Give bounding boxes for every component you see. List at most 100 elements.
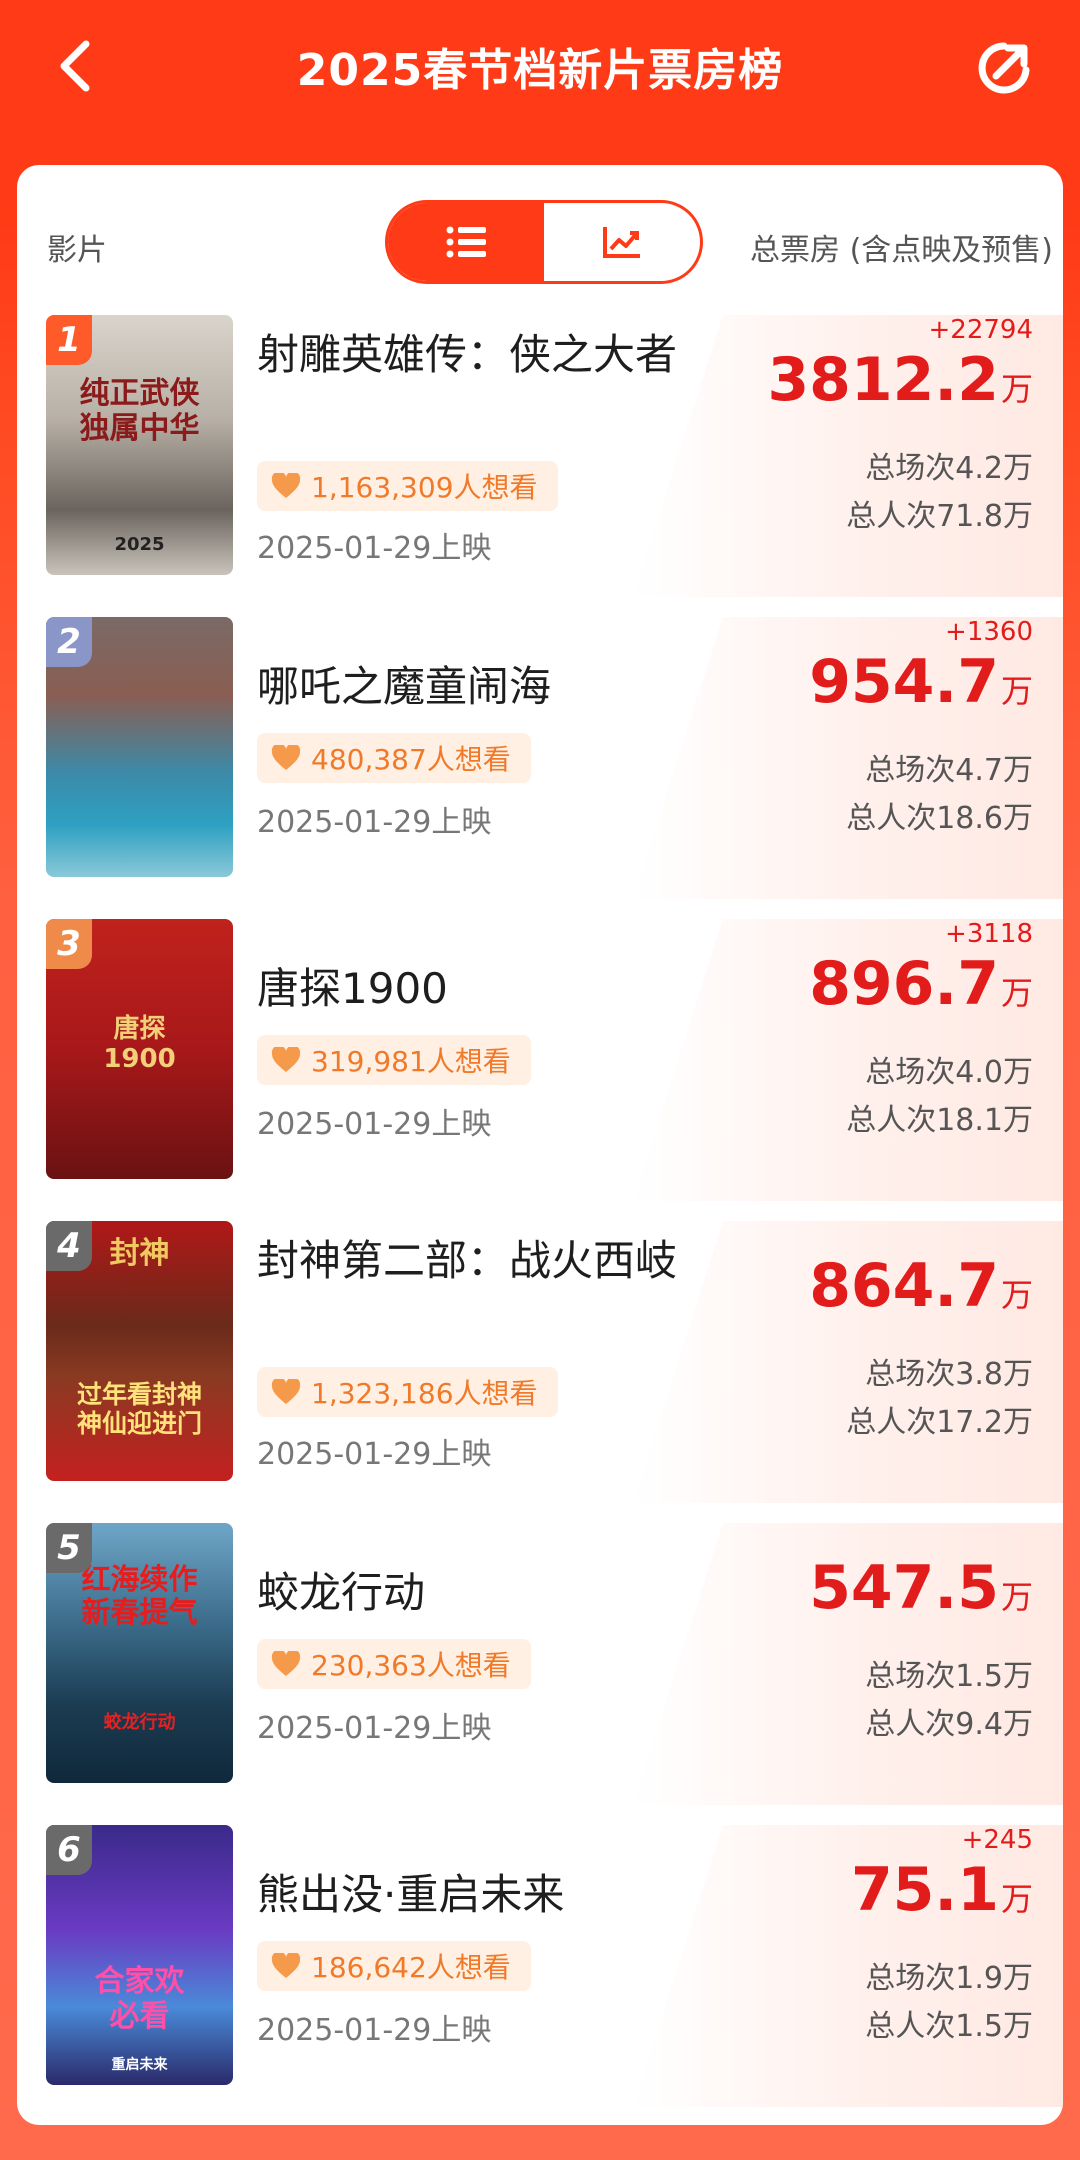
total-sessions: 总场次4.0万 — [865, 1055, 1033, 1090]
heart-icon — [271, 473, 301, 498]
gross-value: 864.7 — [809, 1251, 999, 1321]
total-admissions: 总人次1.5万 — [865, 2009, 1033, 2044]
total-sessions: 总场次1.5万 — [865, 1659, 1033, 1694]
movie-title: 熊出没·重启未来 — [257, 1870, 565, 1919]
page-title: 2025春节档新片票房榜 — [296, 45, 784, 96]
rank-badge: 2 — [46, 617, 92, 667]
total-sessions: 总场次1.9万 — [865, 1961, 1033, 1996]
column-film-label: 影片 — [47, 233, 107, 268]
gross-delta: +22794 — [928, 315, 1034, 345]
rank-badge: 5 — [46, 1523, 92, 1573]
total-sessions: 总场次4.7万 — [865, 753, 1033, 788]
gross-unit: 万 — [1000, 1578, 1033, 1616]
heart-icon — [271, 1953, 301, 1978]
want-count: 480,387人想看 — [311, 743, 511, 776]
release-date: 2025-01-29上映 — [257, 1107, 492, 1142]
movie-row[interactable]: 红海续作 新春提气 蛟龙行动 5 蛟龙行动 230,363人想看 2025-01… — [17, 1523, 1063, 1825]
gross-unit: 万 — [1000, 370, 1033, 408]
movie-row[interactable]: 2025 2 哪吒之魔童闹海 480,387人想看 2025-01-29上映 +… — [17, 617, 1063, 919]
movie-poster[interactable]: 合家欢 必看 重启未来 6 — [46, 1825, 233, 2085]
table-header: 影片 总票房 (含点映及预售) — [17, 165, 1063, 285]
gross-unit: 万 — [1000, 1880, 1033, 1918]
release-date: 2025-01-29上映 — [257, 2013, 492, 2048]
total-admissions: 总人次18.6万 — [846, 801, 1033, 836]
movie-title: 唐探1900 — [257, 964, 448, 1013]
chart-view-toggle[interactable] — [544, 203, 700, 281]
total-sessions: 总场次3.8万 — [865, 1357, 1033, 1392]
view-toggle — [385, 200, 703, 284]
movie-row[interactable]: 合家欢 必看 重启未来 6 熊出没·重启未来 186,642人想看 2025-0… — [17, 1825, 1063, 2125]
movie-title: 蛟龙行动 — [257, 1568, 426, 1617]
release-date: 2025-01-29上映 — [257, 531, 492, 566]
rank-badge: 3 — [46, 919, 92, 969]
column-box-office-label: 总票房 (含点映及预售) — [750, 233, 1053, 268]
movie-row[interactable]: 纯正武侠 独属中华 2025 1 射雕英雄传：侠之大者 1,163,309人想看… — [17, 315, 1063, 617]
gross-delta: +3118 — [945, 919, 1033, 949]
total-gross: 864.7万 — [809, 1251, 1033, 1330]
gross-value: 3812.2 — [767, 345, 999, 415]
want-count: 230,363人想看 — [311, 1649, 511, 1682]
want-to-see-badge: 480,387人想看 — [257, 733, 531, 783]
gross-delta: +245 — [961, 1825, 1033, 1855]
heart-icon — [271, 1047, 301, 1072]
release-date: 2025-01-29上映 — [257, 1437, 492, 1472]
heart-icon — [271, 745, 301, 770]
want-count: 1,323,186人想看 — [311, 1377, 538, 1410]
movie-title: 射雕英雄传：侠之大者 — [257, 330, 678, 379]
total-admissions: 总人次18.1万 — [846, 1103, 1033, 1138]
total-sessions: 总场次4.2万 — [865, 451, 1033, 486]
movie-poster[interactable]: 封神 过年看封神 神仙迎进门 4 — [46, 1221, 233, 1481]
total-gross: 896.7万 — [809, 949, 1033, 1028]
want-count: 1,163,309人想看 — [311, 471, 538, 504]
heart-icon — [271, 1651, 301, 1676]
chevron-left-icon — [60, 40, 90, 92]
poster-title: 唐探 1900 — [103, 1014, 176, 1074]
total-gross: 75.1万 — [851, 1855, 1033, 1934]
want-to-see-badge: 1,163,309人想看 — [257, 461, 558, 511]
share-button[interactable] — [970, 34, 1038, 102]
total-gross: 954.7万 — [809, 647, 1033, 726]
gross-value: 75.1 — [850, 1855, 999, 1925]
ranking-list: 纯正武侠 独属中华 2025 1 射雕英雄传：侠之大者 1,163,309人想看… — [17, 315, 1063, 2125]
movie-title: 哪吒之魔童闹海 — [257, 662, 552, 711]
gross-unit: 万 — [1000, 974, 1033, 1012]
want-to-see-badge: 230,363人想看 — [257, 1639, 531, 1689]
poster-title: 红海续作 新春提气 — [81, 1562, 198, 1630]
gross-value: 954.7 — [809, 647, 999, 717]
total-admissions: 总人次71.8万 — [846, 499, 1033, 534]
gross-value: 547.5 — [809, 1553, 999, 1623]
rank-badge: 6 — [46, 1825, 92, 1875]
release-date: 2025-01-29上映 — [257, 1711, 492, 1746]
movie-poster[interactable]: 纯正武侠 独属中华 2025 1 — [46, 315, 233, 575]
release-date: 2025-01-29上映 — [257, 805, 492, 840]
rank-badge: 4 — [46, 1221, 92, 1271]
want-to-see-badge: 1,323,186人想看 — [257, 1367, 558, 1417]
total-gross: 547.5万 — [809, 1553, 1033, 1632]
list-icon — [446, 226, 486, 258]
poster-year: 2025 — [114, 534, 165, 555]
gross-value: 896.7 — [809, 949, 999, 1019]
movie-row[interactable]: 封神 过年看封神 神仙迎进门 4 封神第二部：战火西岐 1,323,186人想看… — [17, 1221, 1063, 1523]
poster-title: 纯正武侠 独属中华 — [79, 376, 200, 446]
movie-title: 封神第二部：战火西岐 — [257, 1236, 678, 1285]
poster-logo: 蛟龙行动 — [103, 1712, 176, 1733]
list-view-toggle[interactable] — [388, 203, 544, 281]
rank-badge: 1 — [46, 315, 92, 365]
want-to-see-badge: 319,981人想看 — [257, 1035, 531, 1085]
box-office-card: 影片 总票房 (含点映及预售) 纯正武侠 独属中华 2025 1 射雕英雄传：侠… — [17, 165, 1063, 2125]
back-button[interactable] — [44, 34, 108, 98]
poster-logo: 重启未来 — [111, 2057, 168, 2073]
total-admissions: 总人次9.4万 — [865, 1707, 1033, 1742]
movie-poster[interactable]: 红海续作 新春提气 蛟龙行动 5 — [46, 1523, 233, 1783]
total-gross: 3812.2万 — [767, 345, 1033, 424]
movie-poster[interactable]: 2025 2 — [46, 617, 233, 877]
gross-unit: 万 — [1000, 1276, 1033, 1314]
poster-title: 合家欢 必看 — [94, 1964, 185, 2034]
total-admissions: 总人次17.2万 — [846, 1405, 1033, 1440]
movie-row[interactable]: 唐探 1900 3 唐探1900 319,981人想看 2025-01-29上映… — [17, 919, 1063, 1221]
want-to-see-badge: 186,642人想看 — [257, 1941, 531, 1991]
movie-poster[interactable]: 唐探 1900 3 — [46, 919, 233, 1179]
top-app-bar: 2025春节档新片票房榜 — [0, 0, 1080, 132]
share-icon — [978, 42, 1030, 94]
want-count: 319,981人想看 — [311, 1045, 511, 1078]
